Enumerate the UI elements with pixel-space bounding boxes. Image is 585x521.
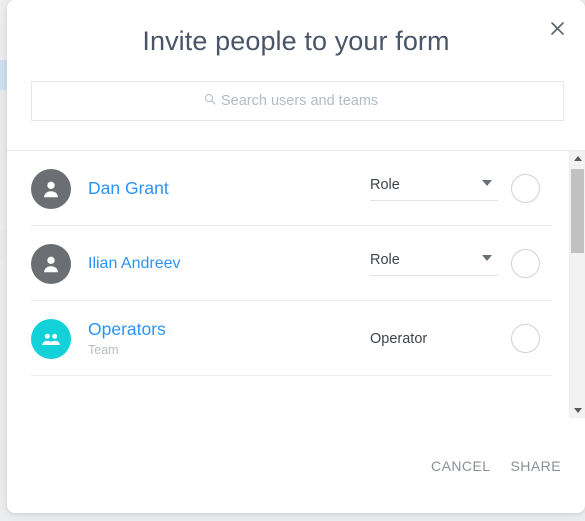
page-title: Invite people to your form <box>142 26 450 56</box>
identity: Operators Team <box>88 319 166 358</box>
page-background-sliver <box>0 60 7 90</box>
search-input[interactable] <box>221 93 391 109</box>
role-slot: Role <box>370 252 498 276</box>
person-icon <box>44 181 58 197</box>
close-icon[interactable] <box>544 15 570 41</box>
role-slot: Operator <box>370 331 498 347</box>
role-dropdown[interactable]: Role <box>370 177 498 201</box>
invite-dialog: Invite people to your form Search users … <box>7 0 585 513</box>
team-subtitle: Team <box>88 342 119 357</box>
scrollbar-thumb[interactable] <box>571 169 584 253</box>
page-background-sliver <box>0 230 7 260</box>
select-toggle[interactable] <box>511 249 540 278</box>
list-scrollbar[interactable] <box>569 151 585 418</box>
user-list: Dan Grant Role Ilian Andreev Role Operat… <box>7 151 570 418</box>
person-icon <box>44 256 58 272</box>
role-value: Operator <box>370 330 428 347</box>
user-name[interactable]: Ilian Andreev <box>88 254 181 274</box>
chevron-down-icon <box>482 179 492 186</box>
team-name[interactable]: Operators <box>88 319 166 341</box>
list-item[interactable]: Dan Grant Role <box>7 151 570 226</box>
identity: Ilian Andreev <box>88 254 181 274</box>
chevron-down-icon <box>482 254 492 261</box>
page-background-sliver <box>0 440 7 480</box>
role-slot: Role <box>370 177 498 201</box>
scroll-up-button[interactable] <box>570 151 585 166</box>
identity: Dan Grant <box>88 178 169 200</box>
scroll-down-button[interactable] <box>570 403 585 418</box>
triangle-up-icon <box>573 156 582 161</box>
role-value: Role <box>370 251 400 268</box>
list-item[interactable]: Ilian Andreev Role <box>7 226 570 301</box>
search-icon <box>204 92 216 110</box>
list-item[interactable]: Operators Team Operator <box>7 301 570 376</box>
avatar <box>31 243 71 284</box>
avatar <box>31 318 71 359</box>
group-icon <box>42 333 60 345</box>
role-value: Role <box>370 176 400 193</box>
select-toggle[interactable] <box>511 324 540 353</box>
page-background-sliver <box>0 90 7 160</box>
share-button[interactable]: SHARE <box>509 454 563 478</box>
search-field[interactable] <box>31 81 564 121</box>
avatar <box>31 168 71 209</box>
user-name[interactable]: Dan Grant <box>88 178 169 200</box>
dialog-header: Invite people to your form <box>7 0 585 78</box>
dialog-footer: CANCEL SHARE <box>7 418 585 513</box>
select-toggle[interactable] <box>511 174 540 203</box>
triangle-down-icon <box>573 408 582 413</box>
role-dropdown[interactable]: Role <box>370 252 498 276</box>
cancel-button[interactable]: CANCEL <box>429 454 493 478</box>
